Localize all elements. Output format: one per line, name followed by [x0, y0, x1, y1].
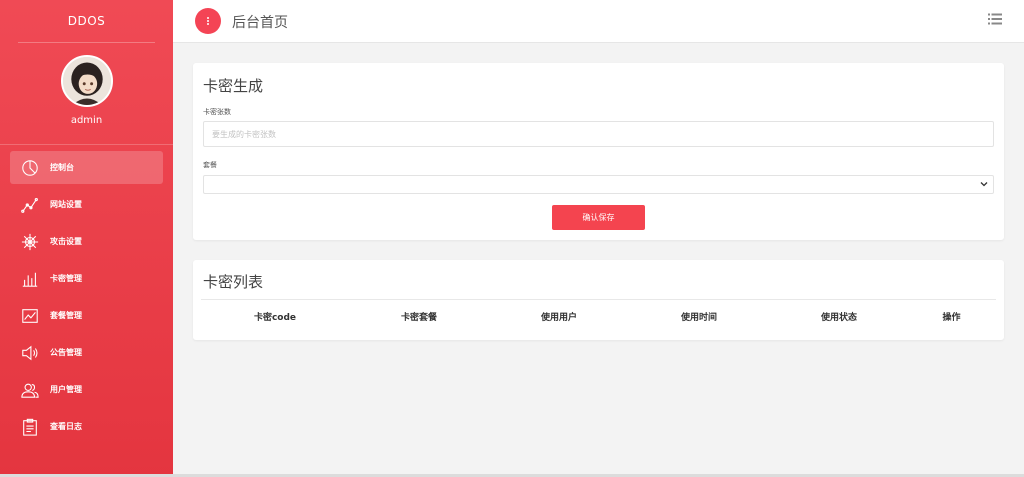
card-list-panel: 卡密列表 卡密code 卡密套餐 使用用户 使用时间 使用状态 操作 [193, 260, 1004, 340]
area-chart-icon [20, 306, 40, 326]
username: admin [70, 115, 103, 126]
sidebar-item-label: 公告管理 [50, 348, 82, 357]
card-generate-title: 卡密生成 [203, 77, 264, 95]
sidebar-item-label: 查看日志 [50, 422, 82, 431]
sidebar-item-dashboard[interactable]: 控制台 [10, 151, 163, 184]
sidebar-item-user-management[interactable]: 用户管理 [10, 373, 163, 406]
table-divider [201, 299, 996, 300]
menu-toggle-button[interactable] [195, 8, 221, 34]
sidebar-nav: 控制台 网站设置 攻击设置 卡密管理 套餐管理 公告管理 用户管理 查看日志 [0, 151, 173, 443]
sidebar-item-label: 卡密管理 [50, 274, 82, 283]
card-count-label: 卡密张数 [203, 108, 231, 116]
nav-divider [0, 144, 173, 145]
sidebar: DDOS admin 控制台 网站设置 攻击设置 卡密管理 套餐管理 公告管理 … [0, 0, 173, 477]
bar-chart-icon [20, 269, 40, 289]
avatar-image [62, 57, 111, 105]
package-label: 套餐 [203, 161, 217, 169]
column-header-card-package[interactable]: 卡密套餐 [349, 310, 489, 324]
avatar[interactable] [60, 55, 113, 107]
card-count-input[interactable] [203, 121, 994, 147]
sidebar-item-label: 用户管理 [50, 385, 82, 394]
sidebar-item-card-management[interactable]: 卡密管理 [10, 262, 163, 295]
sidebar-item-label: 攻击设置 [50, 237, 82, 246]
sidebar-item-site-settings[interactable]: 网站设置 [10, 188, 163, 221]
table-header: 卡密code 卡密套餐 使用用户 使用时间 使用状态 操作 [201, 310, 996, 324]
column-header-use-time[interactable]: 使用时间 [629, 310, 769, 324]
sidebar-item-view-logs[interactable]: 查看日志 [10, 410, 163, 443]
chevron-down-icon [980, 182, 988, 187]
avatar-wrap [0, 55, 173, 107]
package-select[interactable] [203, 175, 994, 194]
brand-title[interactable]: DDOS [0, 0, 173, 42]
pie-chart-icon [20, 158, 40, 178]
clipboard-icon [20, 417, 40, 437]
brand-divider [18, 42, 155, 43]
confirm-save-button[interactable]: 确认保存 [552, 205, 645, 230]
column-header-status[interactable]: 使用状态 [769, 310, 909, 324]
card-list-title: 卡密列表 [203, 273, 264, 291]
sidebar-item-attack-settings[interactable]: 攻击设置 [10, 225, 163, 258]
column-header-user[interactable]: 使用用户 [489, 310, 629, 324]
line-trend-icon [20, 195, 40, 215]
card-generate-panel: 卡密生成 卡密张数 套餐 确认保存 [193, 63, 1004, 240]
speaker-icon [20, 343, 40, 363]
sidebar-item-label: 控制台 [50, 163, 74, 172]
sidebar-item-label: 网站设置 [50, 200, 82, 209]
page-title: 后台首页 [232, 15, 288, 31]
column-header-actions[interactable]: 操作 [909, 310, 994, 324]
column-header-card-code[interactable]: 卡密code [201, 310, 349, 324]
list-icon[interactable] [988, 13, 1002, 25]
top-bar: 后台首页 [173, 0, 1024, 43]
sidebar-item-announcement-management[interactable]: 公告管理 [10, 336, 163, 369]
more-vertical-icon [207, 17, 209, 25]
ship-wheel-icon [20, 232, 40, 252]
users-icon [20, 380, 40, 400]
sidebar-item-label: 套餐管理 [50, 311, 82, 320]
sidebar-item-package-management[interactable]: 套餐管理 [10, 299, 163, 332]
